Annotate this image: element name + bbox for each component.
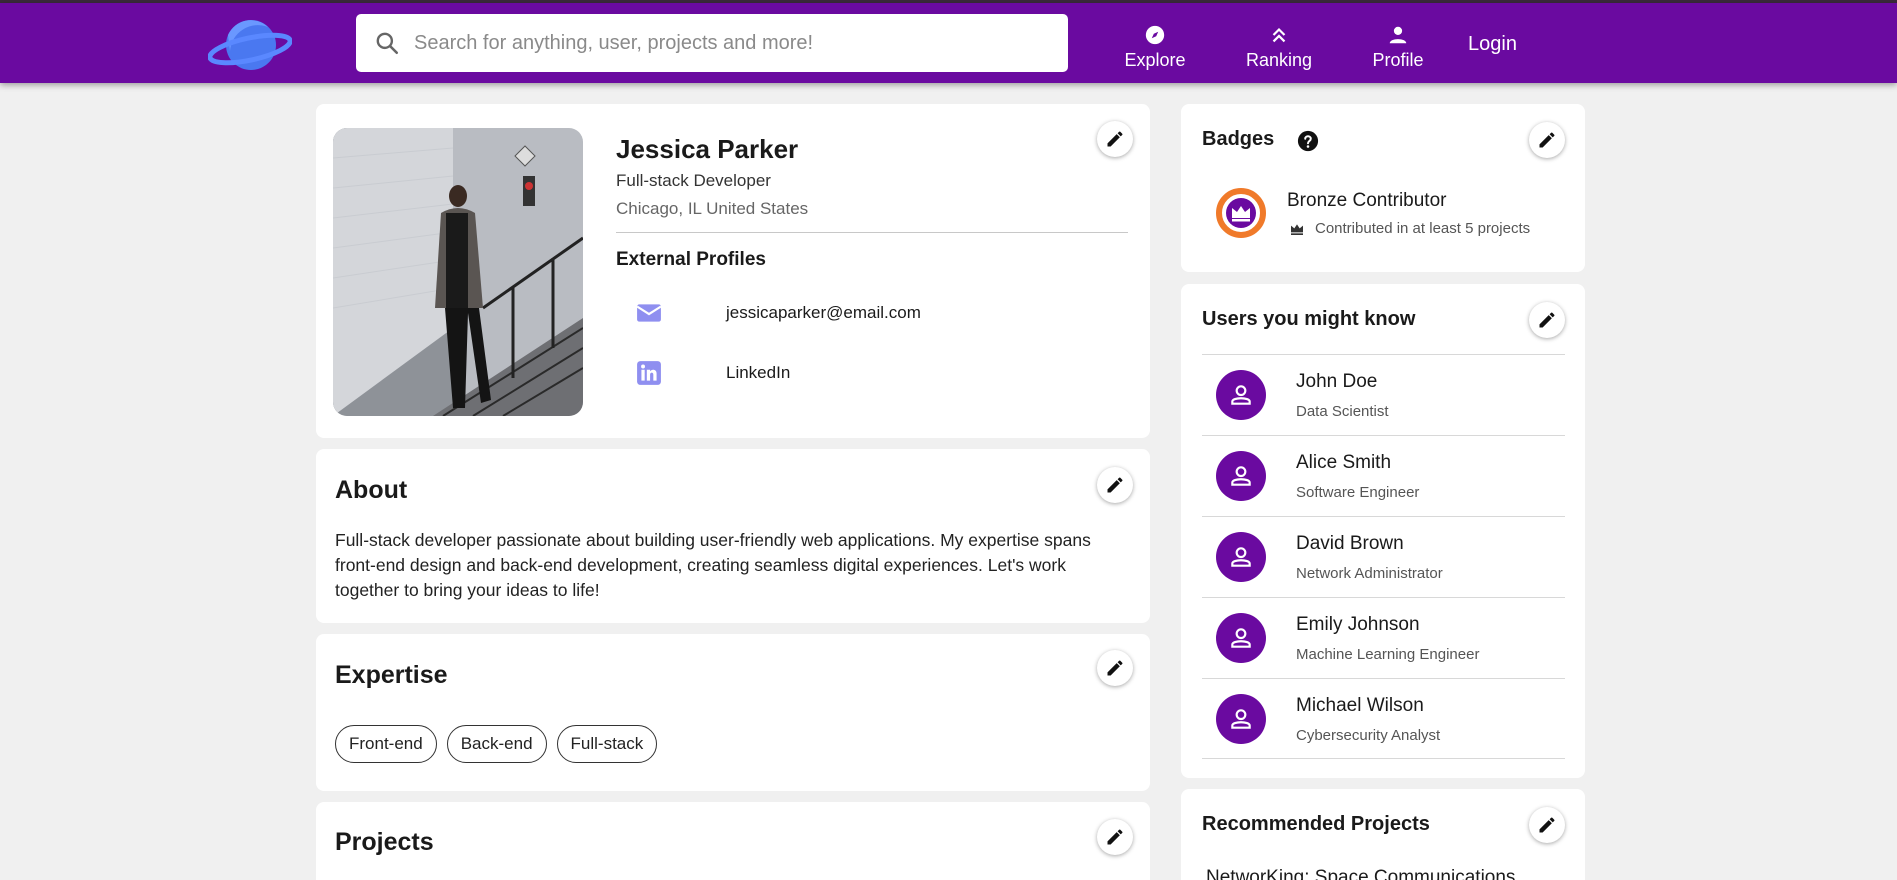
avatar	[1216, 451, 1266, 501]
users-list: John Doe Data Scientist Alice Smith Soft…	[1202, 354, 1565, 759]
user-role: Network Administrator	[1296, 565, 1443, 582]
bronze-badge-icon	[1216, 188, 1266, 238]
profile-photo	[333, 128, 583, 416]
person-outline-icon	[1231, 709, 1251, 729]
user-role: Cybersecurity Analyst	[1296, 727, 1441, 744]
badge-description-text: Contributed in at least 5 projects	[1315, 220, 1531, 237]
search-bar[interactable]	[356, 14, 1068, 72]
external-profiles-title: External Profiles	[616, 249, 766, 270]
external-linkedin-label: LinkedIn	[726, 363, 791, 382]
planet-logo-icon[interactable]	[208, 15, 292, 73]
user-role: Software Engineer	[1296, 484, 1420, 501]
profile-location: Chicago, IL United States	[616, 199, 809, 218]
user-role: Machine Learning Engineer	[1296, 646, 1480, 663]
user-name: John Doe	[1296, 371, 1378, 392]
recommended-projects-title: Recommended Projects	[1202, 813, 1430, 835]
recommended-project-item[interactable]: NetworKing: Space Communications	[1206, 867, 1515, 880]
edit-expertise-button[interactable]	[1097, 650, 1133, 686]
about-title: About	[335, 476, 408, 504]
edit-recommended-button[interactable]	[1529, 807, 1565, 843]
user-item-john-doe[interactable]: John Doe Data Scientist	[1202, 354, 1565, 435]
nav-explore-label: Explore	[1124, 50, 1186, 70]
about-card: About Full-stack developer passionate ab…	[316, 449, 1150, 623]
recommended-projects-card: Recommended Projects NetworKing: Space C…	[1181, 789, 1585, 880]
user-role: Data Scientist	[1296, 403, 1389, 420]
pencil-icon	[1107, 829, 1123, 845]
expertise-card: Expertise Front-end Back-end Full-stack	[316, 634, 1150, 791]
users-card: Users you might know John Doe Data Scien…	[1181, 284, 1585, 778]
person-outline-icon	[1231, 466, 1251, 486]
nav-profile[interactable]: Profile	[1370, 19, 1426, 71]
profile-card: Jessica Parker Full-stack Developer Chic…	[316, 104, 1150, 438]
person-icon	[1389, 26, 1407, 44]
edit-about-button[interactable]	[1097, 467, 1133, 503]
user-item-david-brown[interactable]: David Brown Network Administrator	[1202, 516, 1565, 597]
pencil-icon	[1107, 131, 1123, 147]
chip-back-end[interactable]: Back-end	[446, 725, 547, 763]
user-item-michael-wilson[interactable]: Michael Wilson Cybersecurity Analyst	[1202, 678, 1565, 759]
chip-front-end[interactable]: Front-end	[335, 725, 437, 763]
nav-ranking[interactable]: Ranking	[1244, 19, 1314, 71]
edit-profile-button[interactable]	[1097, 121, 1133, 157]
external-email-label: jessicaparker@email.com	[726, 303, 921, 322]
profile-role: Full-stack Developer	[616, 171, 771, 190]
users-title: Users you might know	[1202, 308, 1416, 330]
external-email[interactable]: jessicaparker@email.com	[636, 300, 921, 326]
user-item-alice-smith[interactable]: Alice Smith Software Engineer	[1202, 435, 1565, 516]
nav-explore[interactable]: Explore	[1123, 19, 1187, 71]
avatar	[1216, 370, 1266, 420]
compass-icon	[1145, 25, 1165, 45]
edit-badges-button[interactable]	[1529, 122, 1565, 158]
edit-projects-button[interactable]	[1097, 819, 1133, 855]
search-icon	[376, 32, 399, 55]
badge-name: Bronze Contributor	[1287, 190, 1447, 211]
pencil-icon	[1539, 132, 1555, 148]
profile-divider	[616, 232, 1128, 233]
user-item-emily-johnson[interactable]: Emily Johnson Machine Learning Engineer	[1202, 597, 1565, 678]
pencil-icon	[1539, 312, 1555, 328]
user-name: Michael Wilson	[1296, 695, 1424, 716]
badges-card: Badges Bronze Contributor Contributed in…	[1181, 104, 1585, 272]
nav-profile-label: Profile	[1372, 50, 1424, 70]
double-chevron-up-icon	[1272, 27, 1286, 43]
linkedin-icon	[637, 361, 661, 385]
profile-name: Jessica Parker	[616, 134, 799, 164]
projects-card: Projects	[316, 802, 1150, 880]
person-outline-icon	[1231, 628, 1251, 648]
search-input[interactable]	[414, 31, 1034, 55]
avatar	[1216, 613, 1266, 663]
about-text: Full-stack developer passionate about bu…	[335, 530, 1091, 600]
expertise-chips: Front-end Back-end Full-stack	[335, 725, 667, 763]
user-name: David Brown	[1296, 533, 1404, 554]
login-link[interactable]: Login	[1468, 33, 1517, 56]
person-outline-icon	[1231, 547, 1251, 567]
pencil-icon	[1539, 817, 1555, 833]
expertise-title: Expertise	[335, 661, 448, 689]
person-outline-icon	[1231, 385, 1251, 405]
badge-description: Contributed in at least 5 projects	[1287, 220, 1530, 237]
badges-title: Badges	[1202, 128, 1275, 150]
help-icon[interactable]	[1297, 130, 1319, 152]
pencil-icon	[1107, 477, 1123, 493]
pencil-icon	[1107, 660, 1123, 676]
external-linkedin[interactable]: LinkedIn	[636, 360, 790, 386]
navbar: Explore Ranking Profile Login	[0, 3, 1897, 83]
projects-title: Projects	[335, 828, 434, 856]
edit-users-button[interactable]	[1529, 302, 1565, 338]
avatar	[1216, 694, 1266, 744]
user-name: Alice Smith	[1296, 452, 1392, 473]
crown-icon	[1291, 223, 1303, 235]
avatar	[1216, 532, 1266, 582]
user-name: Emily Johnson	[1296, 614, 1420, 635]
chip-full-stack[interactable]: Full-stack	[556, 725, 658, 763]
email-icon	[636, 304, 662, 322]
nav-ranking-label: Ranking	[1245, 50, 1313, 70]
